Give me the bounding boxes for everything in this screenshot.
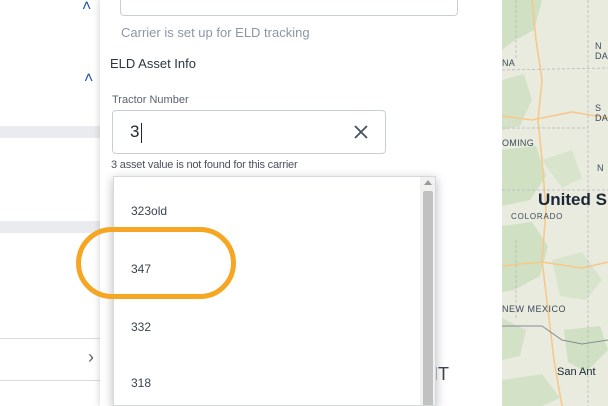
tractor-number-label: Tractor Number (112, 94, 189, 106)
map-label-san-antonio: San Ant (557, 366, 596, 378)
chevron-up-icon[interactable]: ˄ (84, 71, 93, 87)
section-title: ELD Asset Info (110, 56, 196, 71)
dropdown-scrollbar[interactable] (420, 177, 435, 405)
map-label-south-dakota: S DA (595, 103, 608, 123)
carrier-field[interactable] (120, 0, 458, 16)
map-label-colorado: COLORADO (511, 212, 564, 221)
scroll-up-arrow-icon[interactable] (424, 180, 432, 185)
tractor-number-value[interactable]: 3 (130, 122, 139, 142)
left-panel-row-band (0, 221, 100, 233)
carrier-eld-note: Carrier is set up for ELD tracking (121, 25, 310, 40)
chevron-up-icon[interactable]: ˄ (82, 0, 91, 15)
left-panel-divider (0, 380, 100, 381)
tractor-error-message: 3 asset value is not found for this carr… (111, 159, 298, 171)
chevron-right-icon[interactable]: › (88, 348, 94, 366)
tractor-suggestions-dropdown: 323old 347 332 318 (113, 176, 436, 406)
map-label-new-mexico: NEW MEXICO (502, 304, 567, 314)
left-panel-divider (0, 338, 100, 339)
scrollbar-thumb[interactable] (423, 191, 433, 405)
map-label-nebraska: N (597, 163, 604, 173)
map-label-montana: NA (502, 58, 516, 68)
close-icon[interactable] (351, 122, 371, 142)
list-item[interactable]: 332 (114, 298, 420, 356)
list-item[interactable]: 347 (114, 240, 420, 298)
list-item[interactable]: 318 (114, 354, 420, 405)
map-label-wyoming: OMING (502, 138, 534, 148)
map-label-north-dakota: N DA (595, 41, 608, 61)
text-caret (141, 123, 142, 143)
list-item[interactable]: 323old (114, 182, 420, 240)
left-panel-row-band (0, 126, 100, 138)
map-view[interactable]: N DA NA S DA OMING N United S COLORADO N… (502, 0, 608, 406)
map-label-country: United S (538, 190, 607, 209)
tractor-number-input[interactable]: 3 (112, 110, 386, 154)
left-background-panel (0, 0, 100, 406)
